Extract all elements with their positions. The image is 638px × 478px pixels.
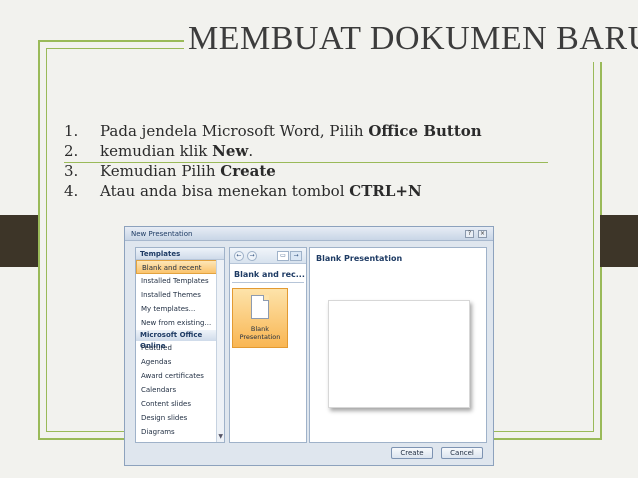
templates-header: Templates	[136, 248, 224, 260]
list-item: 3. Kemudian Pilih Create	[64, 161, 544, 181]
template-item-installed-templates[interactable]: Installed Templates	[136, 274, 224, 288]
list-item: 4. Atau anda bisa menekan tombol CTRL+N	[64, 181, 544, 201]
dialog-title: New Presentation	[131, 230, 193, 238]
slide-preview	[328, 300, 470, 408]
online-item-calendars[interactable]: Calendars	[136, 383, 224, 397]
list-item: 2. kemudian klik New.	[64, 141, 544, 161]
forward-arrow-icon[interactable]: →	[247, 251, 257, 261]
blank-presentation-tile[interactable]: Blank Presentation	[232, 288, 288, 348]
view-toggle-icon[interactable]: ▭	[277, 251, 289, 261]
new-presentation-dialog: New Presentation ? × Templates Blank and…	[124, 226, 494, 466]
create-button[interactable]: Create	[391, 447, 433, 459]
help-button[interactable]: ?	[465, 230, 474, 238]
list-item: 1. Pada jendela Microsoft Word, Pilih Of…	[64, 121, 544, 141]
scroll-down-icon[interactable]: ▼	[218, 433, 223, 440]
close-button[interactable]: ×	[478, 230, 487, 238]
online-item-design-slides[interactable]: Design slides	[136, 411, 224, 425]
right-side-tab	[600, 215, 638, 267]
gallery-heading: Blank and rec...	[234, 270, 305, 279]
step-text: Kemudian Pilih Create	[100, 162, 276, 180]
left-side-tab	[0, 215, 38, 267]
templates-panel: Templates Blank and recent Installed Tem…	[135, 247, 225, 443]
list-divider	[64, 162, 548, 163]
step-text: kemudian klik New.	[100, 142, 254, 160]
template-item-my-templates[interactable]: My templates...	[136, 302, 224, 316]
online-item-featured[interactable]: Featured	[136, 341, 224, 355]
template-item-new-from-existing[interactable]: New from existing...	[136, 316, 224, 330]
cancel-button[interactable]: Cancel	[441, 447, 483, 459]
online-item-award-certificates[interactable]: Award certificates	[136, 369, 224, 383]
back-arrow-icon[interactable]: ←	[234, 251, 244, 261]
step-number: 1.	[64, 122, 79, 140]
step-number: 3.	[64, 162, 79, 180]
office-online-section: Microsoft Office Online	[136, 330, 224, 350]
gallery-nav-bar: ← → ▭ →	[230, 248, 306, 264]
steps-list: 1. Pada jendela Microsoft Word, Pilih Of…	[64, 121, 544, 201]
step-number: 2.	[64, 142, 79, 160]
step-number: 4.	[64, 182, 79, 200]
document-icon	[251, 295, 269, 319]
template-gallery: ← → ▭ → Blank and rec... Blank Presentat…	[229, 247, 307, 443]
tile-label: Blank Presentation	[239, 325, 281, 341]
template-item-blank-and-recent[interactable]: Blank and recent	[136, 260, 224, 274]
step-text: Pada jendela Microsoft Word, Pilih Offic…	[100, 122, 482, 140]
title-band: MEMBUAT DOKUMEN BARU	[184, 16, 638, 62]
preview-title: Blank Presentation	[316, 254, 403, 263]
online-item-agendas[interactable]: Agendas	[136, 355, 224, 369]
online-item-content-slides[interactable]: Content slides	[136, 397, 224, 411]
dialog-titlebar: New Presentation ? ×	[125, 227, 493, 241]
templates-scrollbar[interactable]: ▼	[216, 260, 224, 442]
gallery-heading-divider	[232, 282, 304, 283]
preview-panel: Blank Presentation	[309, 247, 487, 443]
online-item-diagrams[interactable]: Diagrams	[136, 425, 224, 439]
go-arrow-icon[interactable]: →	[290, 251, 302, 261]
template-item-installed-themes[interactable]: Installed Themes	[136, 288, 224, 302]
step-text: Atau anda bisa menekan tombol CTRL+N	[100, 182, 422, 200]
slide-title: MEMBUAT DOKUMEN BARU	[188, 20, 638, 57]
